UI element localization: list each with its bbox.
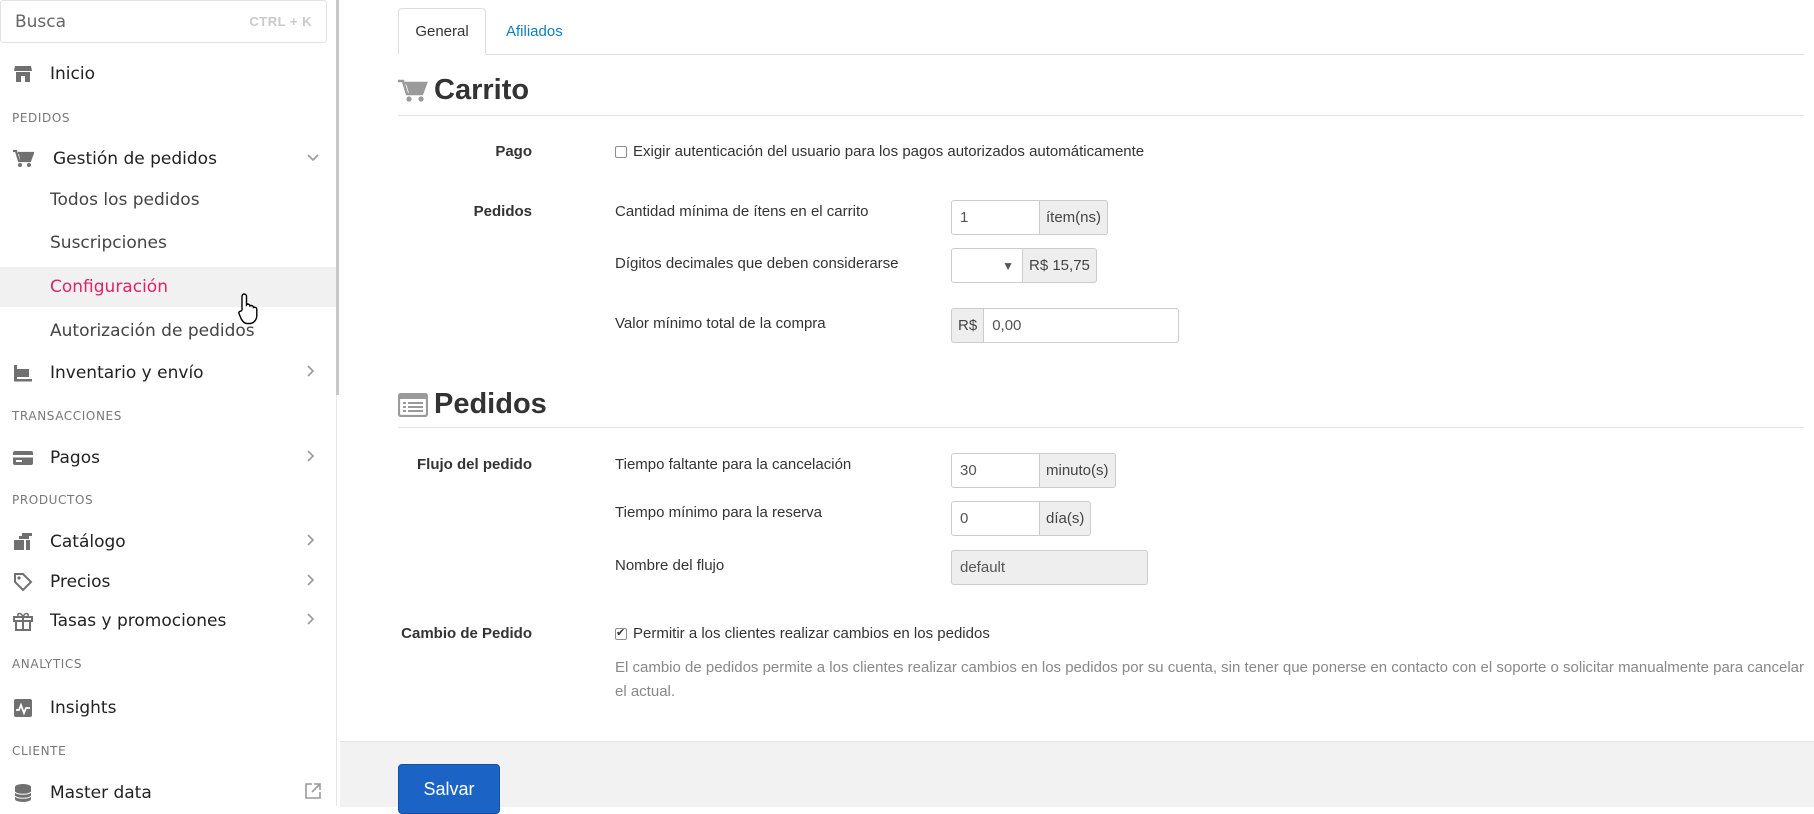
reserve-time-label: Tiempo mínimo para la reserva [615,504,823,521]
min-total-input[interactable]: 0,00 [983,308,1180,343]
save-button[interactable]: Salvar [398,764,500,814]
min-items-label: Cantidad mínima de ítens en el carrito [615,203,869,220]
gift-icon [12,610,34,632]
mouse-pointer-icon [238,292,262,333]
tab-bar: General Afiliados [398,8,1804,55]
tab-general[interactable]: General [398,8,486,55]
reserve-time-unit: día(s) [1040,501,1092,536]
main-content: General Afiliados Carrito Pago Exigir au… [340,0,1814,814]
chevron-right-icon [306,573,316,592]
checkbox-label: Permitir a los clientes realizar cambios… [633,625,990,642]
sidebar-item-label: Precios [50,572,111,592]
section-header-transacciones: TRANSACCIONES [12,409,122,423]
forklift-icon [12,362,34,384]
decimal-digits-group: ▼ R$ 15,75 [951,248,1097,283]
min-items-input-group: 1 ítem(ns) [951,200,1109,235]
store-icon [12,63,34,85]
section-header-analytics: ANALYTICS [12,657,83,671]
cancel-time-label: Tiempo faltante para la cancelación [615,456,852,473]
sidebar-item-label: Pagos [50,448,100,468]
sidebar-item-label: Master data [50,783,152,803]
flow-name-label: Nombre del flujo [615,557,725,574]
section-header-cliente: CLIENTE [12,744,67,758]
cart-icon [398,78,428,104]
min-total-label: Valor mínimo total de la compra [615,315,826,332]
sidebar-item-label: Catálogo [50,532,126,552]
section-header-productos: PRODUCTOS [12,493,94,507]
currency-prefix: R$ [951,308,984,343]
catalog-icon [12,531,34,553]
sidebar-scrollbar[interactable] [336,0,339,395]
sidebar-item-prices[interactable]: Precios [0,564,336,600]
min-items-unit: ítem(ns) [1040,200,1109,235]
sidebar-item-insights[interactable]: Insights [0,690,336,726]
sidebar-item-label: Autorización de pedidos [50,321,255,341]
tab-affiliates[interactable]: Afiliados [506,8,563,54]
reserve-time-input-group: 0 día(s) [951,501,1092,536]
sidebar-item-label: Configuración [50,277,168,297]
cancel-time-unit: minuto(s) [1040,453,1116,488]
min-total-input-group: R$ 0,00 [951,308,1180,343]
sidebar-subitem-order-authorization[interactable]: Autorización de pedidos [0,311,336,351]
section-title-cart: Carrito [398,74,529,107]
search-input[interactable] [13,11,237,33]
search-box[interactable]: CTRL + K [0,0,327,43]
section-title-text: Carrito [434,74,530,106]
sidebar-item-label: Inicio [50,64,95,84]
credit-card-icon [12,447,34,469]
sidebar-item-label: Suscripciones [50,233,167,253]
order-change-help-text: El cambio de pedidos permite a los clien… [615,659,1805,700]
sidebar-item-label: Inventario y envío [50,363,204,383]
sidebar-item-label: Insights [50,698,117,718]
sidebar-item-master-data[interactable]: Master data [0,775,336,806]
flow-name-input-group: default [951,550,1148,585]
decimal-digits-select[interactable]: ▼ [951,248,1023,283]
sidebar: CTRL + K Inicio PEDIDOS Gestión de pedid… [0,0,337,806]
sidebar-item-label: Tasas y promociones [50,611,227,631]
field-label-order-change: Cambio de Pedido [401,625,532,642]
flow-name-input: default [951,550,1148,585]
payment-auth-checkbox[interactable] [615,146,627,159]
list-icon [398,392,428,417]
checkbox-label: Exigir autenticación del usuario para lo… [633,143,1145,160]
order-change-option[interactable]: Permitir a los clientes realizar cambios… [615,625,990,642]
decimal-example: R$ 15,75 [1023,248,1097,283]
sidebar-subitem-settings[interactable]: Configuración [0,267,336,307]
cancel-time-input[interactable]: 30 [951,453,1040,488]
reserve-time-input[interactable]: 0 [951,501,1040,536]
external-link-icon [304,782,322,805]
section-title-text: Pedidos [434,388,547,420]
sidebar-item-catalog[interactable]: Catálogo [0,524,336,560]
field-label-order-flow: Flujo del pedido [417,456,532,473]
field-label-orders: Pedidos [473,203,532,220]
sidebar-item-label: Todos los pedidos [50,190,200,210]
order-change-checkbox[interactable] [615,626,627,641]
form-footer [340,741,1814,807]
search-shortcut: CTRL + K [249,14,312,29]
price-tag-icon [12,571,34,593]
cancel-time-input-group: 30 minuto(s) [951,453,1116,488]
sidebar-item-inventory[interactable]: Inventario y envío [0,355,336,391]
cart-icon [12,148,34,170]
sidebar-item-home[interactable]: Inicio [0,56,336,92]
insights-chart-icon [12,697,34,719]
chevron-right-icon [306,364,316,383]
decimal-digits-label: Dígitos decimales que deben considerarse [615,255,899,272]
sidebar-subitem-subscriptions[interactable]: Suscripciones [0,223,336,263]
section-title-orders: Pedidos [398,388,547,421]
divider [398,115,1804,116]
min-items-input[interactable]: 1 [951,200,1040,235]
database-icon [12,782,34,804]
chevron-right-icon [306,533,316,552]
divider [398,427,1804,428]
sidebar-item-label: Gestión de pedidos [53,149,217,169]
field-label-payment: Pago [495,143,532,160]
section-header-pedidos: PEDIDOS [12,111,71,125]
payment-auth-option[interactable]: Exigir autenticación del usuario para lo… [615,143,1144,160]
